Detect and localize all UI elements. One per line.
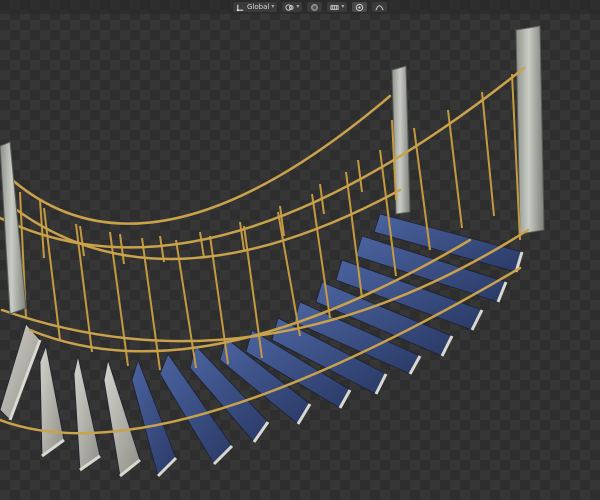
- proportional-editing-toggle[interactable]: [351, 1, 369, 13]
- hanger-rope: [357, 159, 363, 193]
- hanger-rope: [277, 211, 301, 337]
- transform-orientation-icon: [236, 4, 244, 11]
- snap-increment-dropdown[interactable]: ▾: [326, 1, 349, 13]
- bridge-plank: [39, 344, 65, 457]
- proportional-editing-icon: [356, 3, 364, 11]
- hanger-rope: [447, 109, 463, 229]
- handrail-back-top: [8, 94, 392, 225]
- hanger-rope: [199, 231, 205, 259]
- snap-toggle[interactable]: [306, 1, 324, 13]
- handrail-back-low: [8, 188, 402, 261]
- post-back-right: [515, 25, 545, 235]
- snap-increment-icon: [330, 4, 339, 10]
- chevron-down-icon: ▾: [296, 3, 300, 10]
- snap-magnet-icon: [311, 3, 319, 11]
- chevron-down-icon: ▾: [271, 3, 275, 10]
- viewport-toolbar: Global ▾ ▾ ▾: [232, 0, 389, 14]
- falloff-curve-icon: [375, 4, 384, 10]
- rope-bridge-render: [0, 25, 545, 478]
- falloff-dropdown[interactable]: [371, 1, 389, 13]
- bridge-plank: [73, 355, 101, 471]
- hanger-rope: [79, 225, 85, 257]
- hanger-rope: [481, 91, 495, 217]
- 3d-viewport[interactable]: Global ▾ ▾ ▾: [0, 0, 600, 500]
- pivot-point-icon: [285, 3, 294, 11]
- bridge-plank: [0, 323, 41, 421]
- chevron-down-icon: ▾: [341, 3, 345, 10]
- handrail-front-top: [0, 66, 526, 249]
- hanger-ropes: [19, 73, 521, 371]
- transform-orientation-dropdown[interactable]: Global ▾: [232, 1, 279, 13]
- hanger-rope: [119, 233, 125, 265]
- pivot-point-dropdown[interactable]: ▾: [281, 1, 304, 13]
- transform-orientation-label: Global: [247, 2, 270, 11]
